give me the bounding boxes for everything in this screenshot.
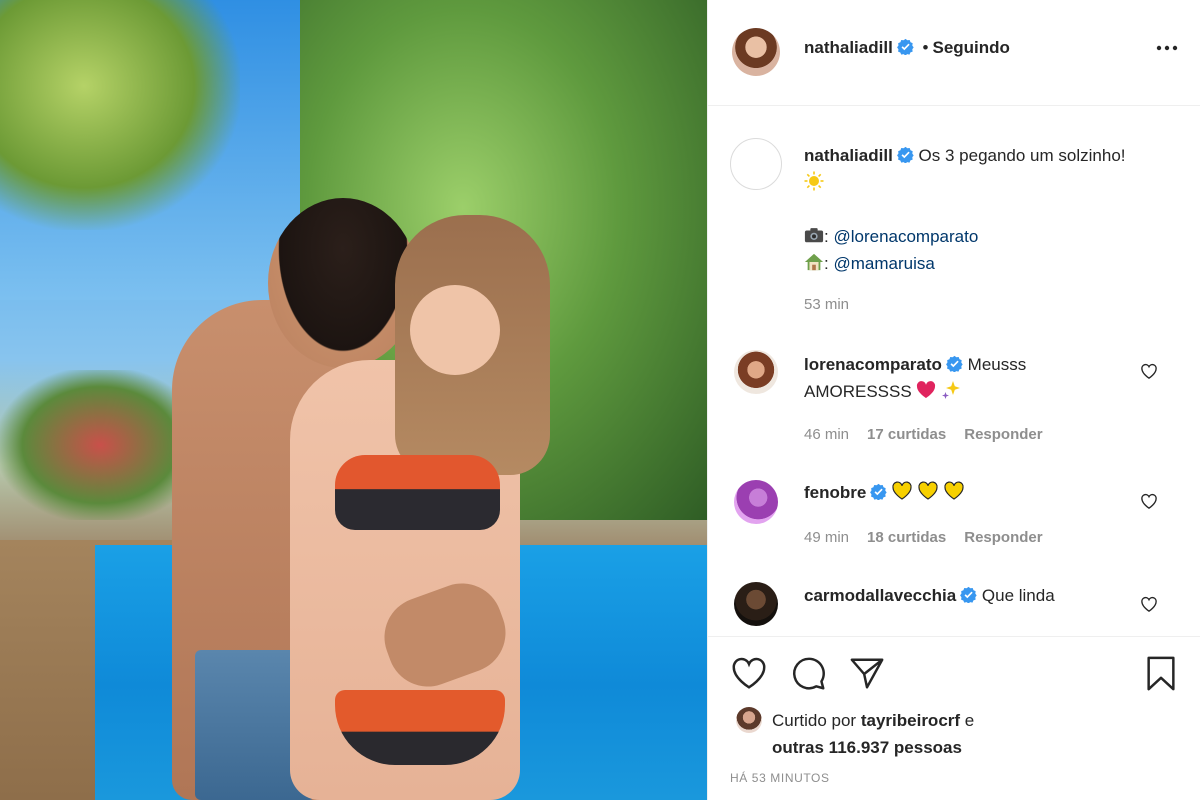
comment-username[interactable]: fenobre: [804, 483, 866, 502]
reply-button[interactable]: Responder: [964, 426, 1042, 443]
liker-avatar[interactable]: [736, 707, 762, 733]
sparkle-icon: [942, 381, 961, 399]
camera-icon: [804, 228, 824, 243]
photo-bikini-top: [335, 455, 500, 530]
comments-list[interactable]: nathaliadill Os 3 pegando um solzinho! :…: [708, 106, 1200, 636]
sun-icon: [804, 171, 824, 191]
reply-button[interactable]: Responder: [964, 529, 1042, 546]
bookmark-icon[interactable]: [1142, 655, 1180, 693]
photo-bikini-bottom: [335, 690, 505, 765]
caption-time: 53 min: [804, 296, 850, 313]
comment-username[interactable]: carmodallavecchia: [804, 586, 956, 605]
post-timestamp[interactable]: HÁ 53 MINUTOS: [730, 771, 830, 785]
comment-body: Que linda: [981, 586, 1055, 605]
comment-time: 46 min: [804, 426, 850, 443]
mention-lorenacomparato[interactable]: @lorenacomparato: [833, 227, 978, 246]
post-side-panel: nathaliadill • Seguindo nathaliadill Os 3…: [707, 0, 1200, 800]
verified-icon: [896, 146, 914, 163]
verified-icon: [870, 483, 888, 500]
photo-palm: [0, 0, 240, 230]
comment-meta: 49 min 18 curtidas Responder: [804, 529, 1061, 546]
verified-icon: [896, 38, 914, 55]
comment-avatar[interactable]: [734, 582, 778, 626]
heart-icon[interactable]: [730, 655, 768, 693]
more-icon[interactable]: [1156, 38, 1178, 58]
verified-icon: [960, 586, 977, 603]
verified-icon: [946, 355, 963, 372]
comment-time: 49 min: [804, 529, 850, 546]
red-heart-icon: [917, 381, 936, 398]
comment-text: carmodallavecchia Que linda: [804, 582, 1144, 609]
photo-woman-face: [410, 285, 500, 375]
comment-text: lorenacomparato Meusss AMORESSSS: [804, 351, 1124, 405]
comment-icon[interactable]: [790, 655, 828, 693]
house-icon: [804, 253, 824, 271]
yellow-heart-icon: [944, 481, 964, 500]
following-button[interactable]: Seguindo: [932, 38, 1009, 57]
separator-dot: •: [922, 38, 929, 57]
author-avatar[interactable]: [732, 28, 780, 76]
comment-likes[interactable]: 17 curtidas: [867, 426, 946, 443]
caption-line: Os 3 pegando um solzinho!: [918, 146, 1126, 165]
yellow-heart-icon: [892, 481, 912, 500]
comment-username[interactable]: lorenacomparato: [804, 355, 942, 374]
likes-summary[interactable]: Curtido por tayribeirocrf e outras 116.9…: [772, 707, 974, 761]
mention-mamaruisa[interactable]: @mamaruisa: [833, 254, 934, 273]
author-line: nathaliadill • Seguindo: [804, 38, 1010, 58]
comment-likes[interactable]: 18 curtidas: [867, 529, 946, 546]
comment-like-heart-icon[interactable]: [1140, 362, 1158, 380]
liker-username[interactable]: tayribeirocrf: [861, 711, 960, 730]
comment-meta: 46 min 17 curtidas Responder: [804, 426, 1061, 443]
comment-like-heart-icon[interactable]: [1140, 595, 1158, 613]
caption-text: nathaliadill Os 3 pegando um solzinho! :…: [804, 142, 1144, 277]
caption-avatar[interactable]: [730, 138, 782, 190]
likes-count[interactable]: outras 116.937 pessoas: [772, 738, 962, 757]
yellow-heart-icon: [918, 481, 938, 500]
comment-avatar[interactable]: [734, 480, 778, 524]
action-bar: Curtido por tayribeirocrf e outras 116.9…: [708, 636, 1200, 800]
comment-like-heart-icon[interactable]: [1140, 492, 1158, 510]
caption-house-credit: : @mamaruisa: [804, 250, 1144, 277]
caption-photo-credit: : @lorenacomparato: [804, 223, 1144, 250]
caption-username[interactable]: nathaliadill: [804, 146, 893, 165]
comment-text: fenobre: [804, 479, 1124, 506]
author-username[interactable]: nathaliadill: [804, 38, 893, 57]
share-icon[interactable]: [848, 655, 886, 693]
post-photo[interactable]: [0, 0, 707, 800]
post-header: nathaliadill • Seguindo: [708, 0, 1200, 106]
comment-avatar[interactable]: [734, 350, 778, 394]
photo-flower-bush: [0, 370, 200, 520]
